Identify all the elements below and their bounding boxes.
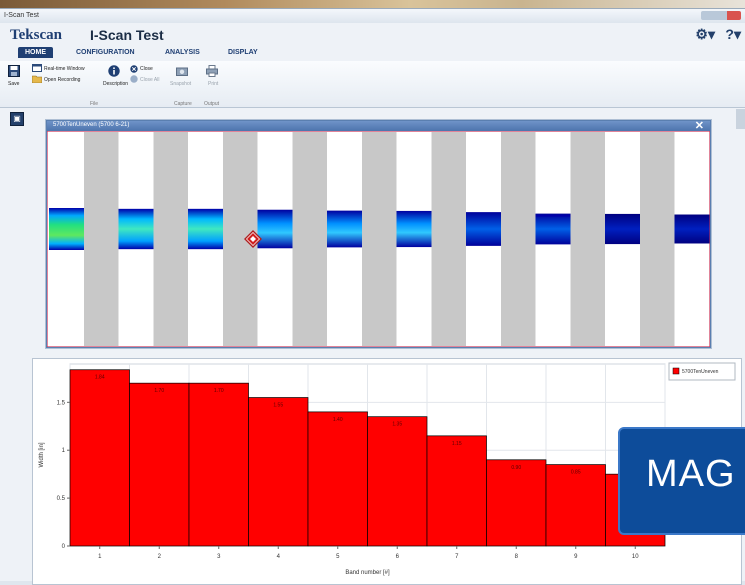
x-tick-label: 9 (574, 554, 578, 560)
sensor-gap (362, 132, 397, 346)
sensor-gap (570, 132, 605, 346)
bar (367, 416, 428, 547)
sensor-band (118, 208, 154, 250)
sensor-gap (153, 132, 188, 346)
x-tick-label: 2 (158, 554, 162, 560)
desktop-background (0, 0, 745, 8)
close-all-button[interactable]: Close All (140, 77, 159, 83)
snapshot-button[interactable]: Snapshot (170, 81, 191, 87)
sensor-band (466, 212, 501, 246)
panel-toggle-icon[interactable]: ▣ (10, 112, 24, 126)
save-button[interactable]: Save (8, 81, 19, 87)
bar (188, 382, 249, 547)
y-tick-label: 0 (62, 544, 66, 550)
bar (129, 382, 190, 547)
camera-icon[interactable] (176, 66, 188, 76)
close-icon (130, 65, 138, 73)
sensor-band (396, 210, 432, 248)
sensor-band (327, 210, 362, 248)
bar (248, 397, 309, 547)
data-label: 1.55 (273, 403, 283, 409)
sensor-gap (501, 132, 536, 346)
gear-icon[interactable]: ⚙▾ (695, 26, 715, 43)
floppy-icon[interactable] (8, 65, 20, 77)
y-tick-label: 1.5 (57, 400, 66, 406)
x-tick-label: 3 (217, 554, 221, 560)
sensor-band (674, 214, 710, 244)
sensor-window-header: 5700TenUneven (5700 6-21) ✕ (47, 120, 710, 132)
data-label: 1.15 (452, 441, 462, 447)
x-tick-label: 8 (515, 554, 519, 560)
realtime-window-button[interactable]: Real-time Window (44, 66, 85, 72)
bar (486, 459, 547, 547)
x-tick-label: 10 (632, 554, 639, 560)
printer-icon[interactable] (206, 65, 218, 77)
sensor-gaps (84, 132, 675, 346)
brand-logo: Tekscan (10, 27, 62, 43)
sensor-gap (431, 132, 466, 346)
legend-label: 5700TenUneven (682, 369, 719, 375)
group-output-label: Output (204, 101, 220, 107)
legend-swatch (672, 367, 680, 375)
window-icon (32, 64, 42, 72)
window-title: I-Scan Test (4, 12, 39, 19)
y-tick-label: 1 (62, 448, 66, 454)
data-label: 1.84 (95, 375, 105, 381)
sensor-window-title: 5700TenUneven (5700 6-21) (53, 122, 130, 128)
x-tick-label: 4 (277, 554, 281, 560)
y-tick-label: 0.5 (57, 496, 66, 502)
brand-bar: Tekscan I-Scan Test ⚙▾ ?▾ (0, 23, 745, 45)
print-button[interactable]: Print (208, 81, 218, 87)
sensor-window: 5700TenUneven (5700 6-21) ✕ (46, 120, 711, 348)
data-label: 1.35 (392, 422, 402, 428)
bar (307, 411, 368, 547)
data-label: 1.70 (154, 388, 164, 394)
bar (69, 369, 130, 547)
sensor-map (47, 131, 710, 347)
tab-analysis[interactable]: ANALYSIS (165, 49, 200, 56)
x-tick-label: 6 (396, 554, 400, 560)
side-scroll-handle[interactable] (736, 109, 745, 129)
data-label: 1.40 (333, 417, 343, 423)
tab-home[interactable]: HOME (18, 47, 53, 58)
tab-configuration[interactable]: CONFIGURATION (76, 49, 135, 56)
app-window: I-Scan Test Tekscan I-Scan Test ⚙▾ ?▾ HO… (0, 8, 745, 585)
group-file-label: File (90, 101, 99, 107)
sensor-band (535, 213, 571, 245)
title-bar: I-Scan Test (0, 9, 745, 23)
ribbon-tabs: HOME CONFIGURATION ANALYSIS DISPLAY (0, 47, 745, 61)
data-label: 0.85 (571, 470, 581, 476)
close-button[interactable]: Close (140, 66, 153, 72)
sensor-band-edge (535, 215, 571, 217)
sensor-band (257, 209, 293, 249)
app-title: I-Scan Test (90, 27, 164, 43)
y-axis-label: Width [in] (39, 442, 45, 467)
sensor-band (605, 213, 640, 245)
help-icon[interactable]: ?▾ (725, 26, 741, 43)
data-label: 0.90 (511, 465, 521, 471)
folder-icon (32, 75, 42, 83)
data-label: 1.70 (214, 388, 224, 394)
tab-display[interactable]: DISPLAY (228, 49, 258, 56)
overlay-text: MAG (646, 453, 736, 495)
x-tick-label: 1 (98, 554, 102, 560)
description-button[interactable]: Description (103, 81, 128, 87)
close-all-icon (130, 75, 138, 83)
sensor-gap (292, 132, 327, 346)
group-capture-label: Capture (174, 101, 192, 107)
sensor-band (188, 208, 223, 250)
sensor-band (49, 208, 84, 250)
window-controls[interactable] (701, 11, 741, 20)
overlay-badge: MAG (618, 427, 745, 535)
sensor-gap (84, 132, 119, 346)
x-tick-label: 7 (455, 554, 459, 560)
x-tick-label: 5 (336, 554, 340, 560)
info-icon[interactable] (108, 65, 120, 77)
bar (426, 435, 487, 547)
ribbon-home: Save Real-time Window Open Recording Des… (0, 61, 745, 108)
sensor-gap (640, 132, 675, 346)
x-axis-label: Band number [#] (345, 570, 390, 576)
open-recording-button[interactable]: Open Recording (44, 77, 80, 83)
bar (545, 464, 606, 547)
